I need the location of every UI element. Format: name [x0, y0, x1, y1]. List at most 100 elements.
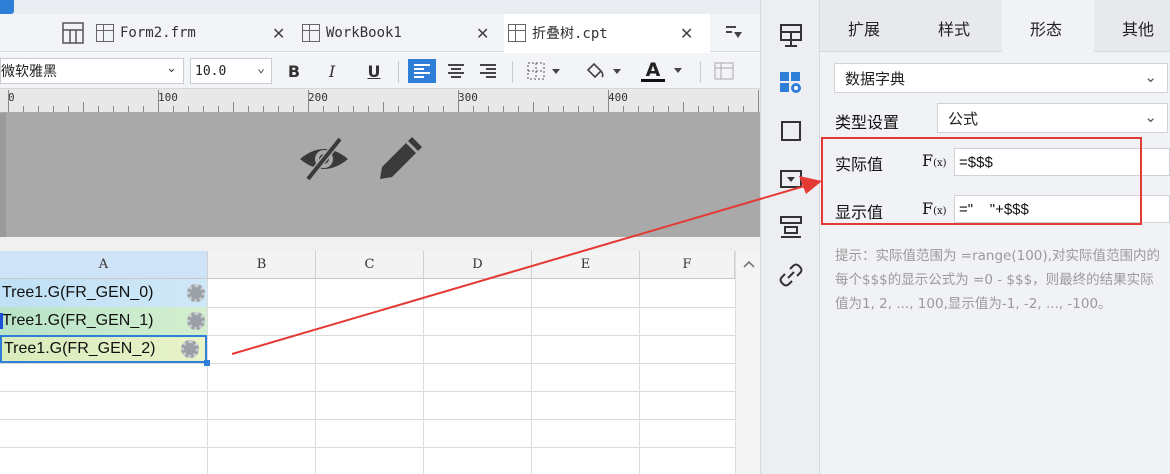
ruler-tick: [608, 90, 609, 112]
fill-handle[interactable]: [204, 360, 210, 366]
hyperlink-icon[interactable]: [778, 262, 804, 288]
ruler-tick: [338, 106, 339, 112]
align-left-icon: [414, 64, 430, 78]
ruler-tick: [548, 106, 549, 112]
workbook-file-icon: [302, 24, 320, 42]
dropdown-widget-icon[interactable]: [778, 166, 804, 192]
tab-fold-tree[interactable]: 折叠树.cpt ✕: [504, 14, 710, 52]
ruler-mark: 200: [308, 91, 328, 104]
ruler-tick: [398, 106, 399, 112]
ruler-tick: [53, 106, 54, 112]
chevron-down-icon: [674, 68, 682, 73]
align-center-button[interactable]: [442, 59, 470, 83]
ruler-tick: [443, 106, 444, 112]
font-size-value: 10.0: [195, 63, 227, 79]
bold-button[interactable]: B: [282, 59, 306, 83]
tab-label: Form2.frm: [120, 25, 196, 41]
align-center-icon: [448, 64, 464, 78]
border-style-icon[interactable]: [778, 118, 804, 144]
ruler-tick: [458, 90, 459, 112]
row-gridline: [0, 363, 735, 364]
ruler-tick: [98, 106, 99, 112]
report-file-icon: [508, 24, 526, 42]
column-header-b[interactable]: B: [208, 251, 316, 279]
type-setting-label: 类型设置: [835, 113, 900, 132]
ruler-tick: [638, 106, 639, 112]
align-right-button[interactable]: [474, 59, 502, 83]
widget-type-value: 数据字典: [845, 69, 906, 88]
chevron-down-icon: ⌄: [166, 61, 177, 76]
chevron-down-icon: ⌄: [1144, 108, 1157, 126]
ruler-tick: [38, 106, 39, 112]
tab-workbook1[interactable]: WorkBook1 ✕: [302, 14, 500, 52]
ruler-tick: [563, 106, 564, 112]
close-icon[interactable]: ✕: [476, 24, 489, 43]
tab-other[interactable]: 其他: [1122, 16, 1154, 40]
chevron-up-icon[interactable]: [742, 259, 756, 269]
font-size-select[interactable]: 10.0 ⌄: [190, 58, 272, 84]
ruler-tick: [713, 106, 714, 112]
tab-form2[interactable]: Form2.frm ✕: [96, 14, 296, 52]
cell-text: Tree1.G(FR_GEN_2): [4, 340, 156, 357]
widget-settings-icon[interactable]: [778, 70, 804, 96]
type-setting-value: 公式: [948, 109, 979, 128]
underline-button[interactable]: U: [362, 59, 386, 83]
font-color-dropdown-button[interactable]: A: [640, 59, 690, 83]
tab-style[interactable]: 样式: [938, 16, 970, 40]
close-icon[interactable]: ✕: [680, 24, 693, 43]
ruler-tick: [308, 90, 309, 112]
top-toolbar-strip: [0, 0, 760, 14]
cell-element-icon[interactable]: [778, 22, 804, 48]
vertical-scrollbar[interactable]: [735, 251, 760, 474]
ruler-tick: [188, 106, 189, 112]
cell-a1[interactable]: Tree1.G(FR_GEN_0): [0, 279, 207, 307]
gear-icon: [181, 340, 199, 358]
close-icon[interactable]: ✕: [272, 24, 285, 43]
column-gridline: [639, 279, 640, 474]
splitter-bar[interactable]: [0, 237, 760, 251]
tab-bar: Form2.frm ✕ WorkBook1 ✕ 折叠树.cpt ✕: [0, 14, 760, 52]
ruler-tick: [158, 90, 159, 112]
tab-list-dropdown-icon[interactable]: [724, 24, 744, 46]
paint-bucket-icon: [586, 62, 621, 79]
pencil-icon[interactable]: [376, 133, 426, 187]
tab-form[interactable]: 形态: [1030, 16, 1062, 40]
ruler-mark: 400: [608, 91, 628, 104]
column-header-c[interactable]: C: [316, 251, 424, 279]
spreadsheet-grid: A B C D E F Tree1.G(FR_GEN_0) Tree1.G(FR…: [0, 251, 760, 474]
align-left-button[interactable]: [408, 59, 436, 83]
ruler-tick: [143, 106, 144, 112]
condition-attribute-icon[interactable]: [778, 214, 804, 240]
column-header-a[interactable]: A: [0, 251, 208, 279]
widget-preview-area: [0, 113, 760, 237]
column-header-f[interactable]: F: [640, 251, 735, 279]
format-painter-button[interactable]: [710, 59, 738, 83]
cell-a2[interactable]: Tree1.G(FR_GEN_1): [0, 307, 207, 335]
ruler-tick: [698, 106, 699, 112]
ruler-tick: [593, 106, 594, 112]
column-header-d[interactable]: D: [424, 251, 532, 279]
font-name-value: 微软雅黑: [1, 64, 57, 80]
ruler-tick: [113, 106, 114, 112]
ruler-tick: [233, 102, 234, 112]
table-grid-icon[interactable]: [62, 22, 84, 48]
ruler-tick: [623, 106, 624, 112]
italic-button[interactable]: I: [320, 59, 344, 83]
cell-a3-selected[interactable]: Tree1.G(FR_GEN_2): [0, 335, 210, 366]
font-name-select[interactable]: 微软雅黑 ⌄: [0, 58, 184, 84]
toolbar-divider: [512, 61, 513, 83]
ruler-tick: [128, 106, 129, 112]
drag-marker-icon: [0, 313, 3, 329]
fill-color-dropdown-button[interactable]: [580, 59, 630, 83]
tab-expand[interactable]: 扩展: [848, 16, 880, 40]
app-icon: [0, 0, 14, 14]
widget-type-select[interactable]: 数据字典 ⌄: [834, 63, 1168, 93]
column-header-e[interactable]: E: [532, 251, 640, 279]
eye-slash-icon[interactable]: [296, 135, 352, 187]
type-setting-select[interactable]: 公式 ⌄: [937, 103, 1168, 133]
ruler-tick: [248, 106, 249, 112]
font-color-glyph: A: [641, 60, 665, 82]
ruler-tick: [383, 102, 384, 112]
border-dropdown-button[interactable]: [522, 59, 570, 83]
ruler-tick: [323, 106, 324, 112]
